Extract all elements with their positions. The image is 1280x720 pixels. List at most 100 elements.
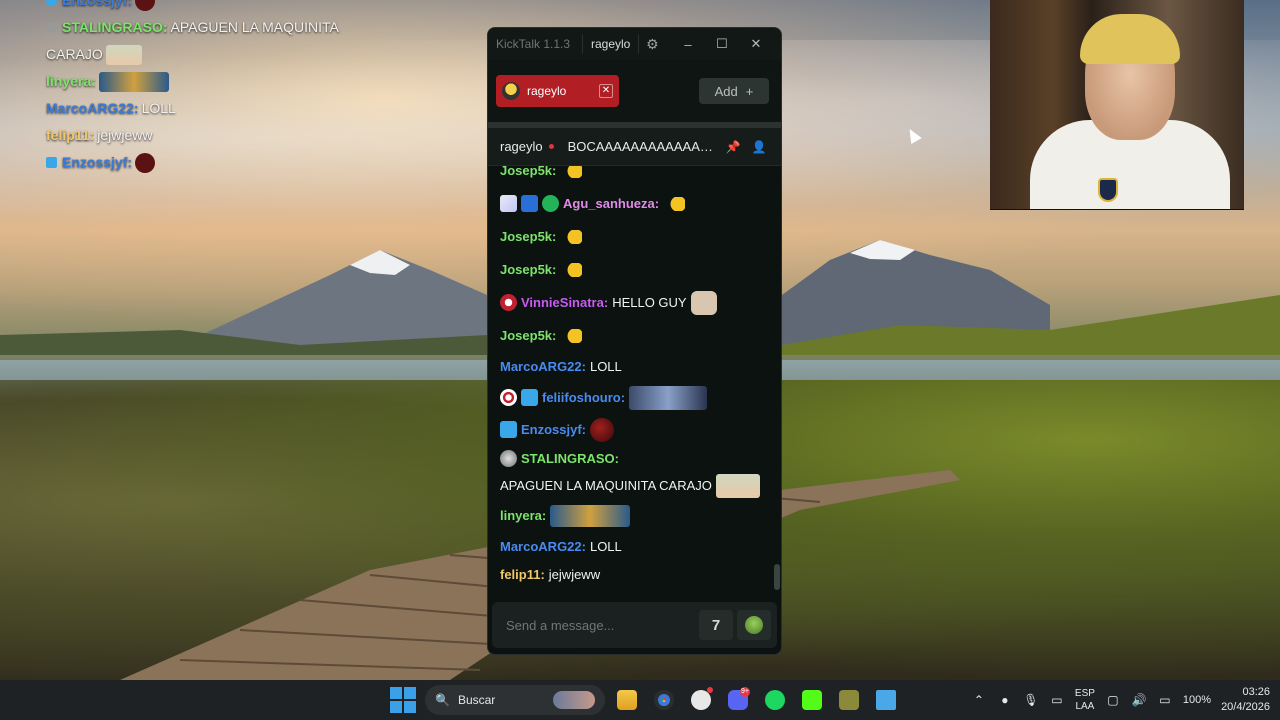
chevron-up-icon[interactable]: ⌃ [971,693,987,707]
gear-icon[interactable]: ⚙ [639,36,665,53]
chat-message: felip11: jejwjeww [500,561,769,588]
message-input-area: 7 [492,602,777,648]
network-icon[interactable]: ▢ [1105,693,1121,707]
tab-bar: rageylo ✕ Add + [488,60,781,122]
target-badge-icon [500,389,517,406]
kicktalk-window: KickTalk 1.1.3 rageylo ⚙ – ☐ ✕ rageylo ✕… [487,27,782,655]
message-username[interactable]: VinnieSinatra: [521,292,608,314]
search-highlight-image [553,691,595,709]
lang-top: ESP [1074,688,1095,699]
chat-message: Josep5k: [500,166,769,182]
chat-message: VinnieSinatra: HELLO GUY [500,286,769,319]
kick-icon[interactable] [797,685,827,715]
system-tray: ⌃ ● 🎙 ▭ ESP LAA ▢ 🔊 ▭ 100% 03:26 20/4/20… [971,680,1270,720]
message-username[interactable]: STALINGRASO: [521,448,619,470]
taskbar-apps: 🔍 Buscar 9+ [388,680,901,720]
cups-emote-icon [98,71,169,92]
chat-message: Josep5k: [500,253,769,286]
message-username[interactable]: MarcoARG22: [500,536,586,558]
message-username[interactable]: feliifoshouro: [542,387,625,409]
cube-badge-icon [521,389,538,406]
add-chatroom-button[interactable]: Add + [699,78,769,104]
tab-rageylo[interactable]: rageylo ✕ [496,75,619,107]
message-text: HELLO GUY [612,294,687,310]
message-username[interactable]: felip11: [500,564,545,586]
tab-label: rageylo [527,84,567,98]
titlebar-channel[interactable]: rageylo [582,34,640,54]
chat-header: rageylo BOCAAAAAAAAAAAAAAA 📌 👤 [488,128,781,166]
cube-badge-icon [46,0,57,6]
app-icon[interactable] [834,685,864,715]
message-username[interactable]: MarcoARG22: [500,356,586,378]
cube-badge-icon [46,157,57,168]
message-username[interactable]: linyera: [500,505,546,527]
chat-scrollbar[interactable] [774,564,780,590]
title-bar[interactable]: KickTalk 1.1.3 rageylo ⚙ – ☐ ✕ [488,28,781,60]
lang-bottom: LAA [1075,701,1095,712]
user-icon[interactable]: 👤 [749,140,769,154]
windows-start-icon[interactable] [388,685,418,715]
orb-badge-icon [46,22,57,33]
tile-badge-icon [500,195,517,212]
chat-message: MarcoARG22: LOLL [500,532,769,561]
message-username[interactable]: Agu_sanhueza: [563,193,659,215]
minimize-button[interactable]: – [671,37,705,52]
add-label: Add [714,83,738,99]
volume-icon[interactable]: 🔊 [1131,693,1147,707]
file-explorer-icon[interactable] [612,685,642,715]
face-emote-icon [105,44,142,65]
message-username[interactable]: Josep5k: [500,226,556,248]
message-username[interactable]: Josep5k: [500,259,556,281]
hand-emote-icon [663,196,686,211]
overlay-text: APAGUEN LA MAQUINITA [170,19,339,35]
message-username[interactable]: Enzossjyf: [521,419,586,441]
hand-emote-icon [560,229,583,244]
notification-dot [707,687,713,693]
overlay-text: LOLL [141,100,176,116]
display-icon[interactable]: ▭ [1049,693,1065,707]
battery-icon[interactable]: ▭ [1157,693,1173,707]
kick-emotes-button[interactable]: 7 [699,610,733,640]
maximize-button[interactable]: ☐ [705,36,739,52]
chat-message: STALINGRASO: APAGUEN LA MAQUINITA CARAJO [500,446,769,499]
pin-icon[interactable]: 📌 [723,140,743,154]
emote-picker-button[interactable] [737,610,771,640]
notepad-icon[interactable] [871,685,901,715]
hand-emote-icon [560,262,583,277]
message-username[interactable]: Josep5k: [500,166,556,182]
overlay-line: MarcoARG22: LOLL [46,95,366,122]
taskbar-search[interactable]: 🔍 Buscar [425,685,605,715]
tray-app-icon[interactable]: ● [997,693,1013,707]
overlay-line: felip11: jejwjeww [46,122,366,149]
message-input[interactable] [506,617,695,633]
language-indicator[interactable]: ESP LAA [1075,687,1095,713]
verified-badge-icon [542,195,559,212]
spotify-icon[interactable] [760,685,790,715]
wide-emote-icon [629,385,708,410]
webcam-crest [1098,178,1118,202]
chat-message: Josep5k: [500,220,769,253]
overlay-line: linyera: [46,68,366,95]
app-title: KickTalk 1.1.3 [496,37,571,51]
microphone-icon[interactable]: 🎙 [1023,693,1039,707]
channel-name[interactable]: rageylo [500,139,543,154]
tab-close-button[interactable]: ✕ [599,84,613,98]
close-button[interactable]: ✕ [739,36,773,52]
plus-icon: + [745,83,754,99]
webcam-feed [990,0,1244,210]
battery-percent: 100% [1182,694,1212,706]
red-ball-emote-icon [135,152,156,173]
discord-icon[interactable]: 9+ [723,685,753,715]
chat-message: Agu_sanhueza: [500,187,769,220]
obs-icon[interactable] [686,685,716,715]
overlay-line: STALINGRASO: APAGUEN LA MAQUINITA [46,14,366,41]
message-username[interactable]: Josep5k: [500,325,556,347]
stream-title: BOCAAAAAAAAAAAAAAA [567,139,717,154]
clock[interactable]: 03:26 20/4/2026 [1221,685,1270,715]
mouth-badge-icon [500,294,517,311]
chat-messages[interactable]: Josep5k: Agu_sanhueza: Josep5k: Josep5k:… [488,166,781,596]
chrome-icon[interactable] [649,685,679,715]
chat-message: MarcoARG22: LOLL [500,352,769,382]
overlay-user: felip11: [46,127,95,143]
message-text: LOLL [589,538,622,554]
